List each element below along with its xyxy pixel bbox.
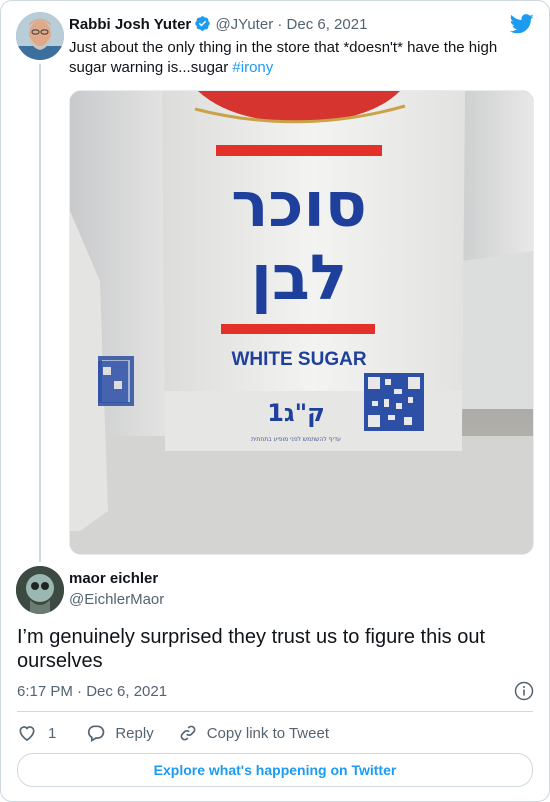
original-tweet-text: Just about the only thing in the store t… <box>69 38 529 78</box>
heart-icon <box>17 723 37 743</box>
tweet-actions-bar: 1 Reply Copy link to Tweet <box>17 722 329 744</box>
copy-link-label: Copy link to Tweet <box>206 724 329 742</box>
link-icon <box>178 723 198 743</box>
thread-connector-line <box>39 64 41 562</box>
reply-timestamp[interactable]: 6:17 PM · Dec 6, 2021 <box>17 682 167 702</box>
actions-divider <box>17 711 533 712</box>
like-button[interactable]: 1 <box>17 723 56 743</box>
reply-author-handle[interactable]: @EichlerMaor <box>69 590 164 610</box>
qr-code-icon <box>364 373 424 431</box>
tweet-body-text: Just about the only thing in the store t… <box>69 39 498 76</box>
info-icon[interactable] <box>514 681 534 706</box>
hashtag-link[interactable]: #irony <box>232 59 273 76</box>
reply-author-name[interactable]: maor eichler <box>69 569 158 589</box>
package-english-label: WHITE SUGAR <box>231 349 366 370</box>
reply-tweet-text: I’m genuinely surprised they trust us to… <box>17 626 486 672</box>
author-name[interactable]: Rabbi Josh Yuter <box>69 16 191 33</box>
package-hebrew-line2: לבן <box>251 241 348 314</box>
explore-twitter-button[interactable]: Explore what's happening on Twitter <box>17 753 533 787</box>
author-handle-and-date[interactable]: @JYuter · Dec 6, 2021 <box>215 16 367 33</box>
sugar-bags-photo: סוכר לבן WHITE SUGAR 1ק"ג עדיף להשתמש לפ… <box>70 91 533 554</box>
tweet-photo[interactable]: סוכר לבן WHITE SUGAR 1ק"ג עדיף להשתמש לפ… <box>69 90 534 555</box>
package-small-print: עדיף להשתמש לפני מופיע בתחתית <box>251 436 341 443</box>
like-count: 1 <box>48 724 57 742</box>
twitter-logo-icon[interactable] <box>509 14 534 39</box>
reply-author-avatar[interactable] <box>16 566 64 614</box>
package-weight: 1ק"ג <box>267 399 325 427</box>
author-avatar[interactable] <box>16 12 64 60</box>
verified-badge-icon <box>194 15 211 38</box>
copy-link-button[interactable]: Copy link to Tweet <box>178 723 329 743</box>
package-hebrew-line1: סוכר <box>231 168 367 241</box>
original-tweet-header: Rabbi Josh Yuter @JYuter · Dec 6, 2021 <box>69 15 367 38</box>
reply-label: Reply <box>115 724 154 742</box>
reply-bubble-icon <box>86 723 106 743</box>
reply-button[interactable]: Reply <box>86 723 154 743</box>
